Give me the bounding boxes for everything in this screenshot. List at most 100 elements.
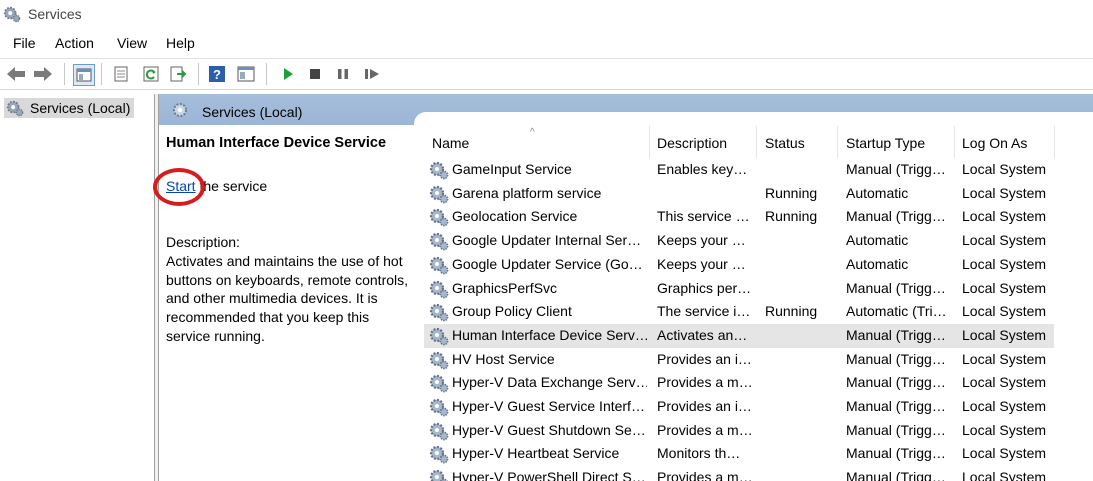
service-gear-icon bbox=[429, 444, 449, 464]
service-row[interactable]: Hyper-V Heartbeat Service Monitors th… Man… bbox=[424, 442, 1054, 466]
service-log-on-as: Local System bbox=[962, 350, 1047, 367]
column-header-log-on-as[interactable]: Log On As bbox=[962, 135, 1027, 151]
tree-item-services-local[interactable]: Services (Local) bbox=[4, 98, 135, 118]
services-list: ^ Name Description Status Startup Type L… bbox=[424, 126, 1093, 481]
service-log-on-as: Local System bbox=[962, 255, 1047, 272]
service-log-on-as: Local System bbox=[962, 374, 1047, 391]
services-gear-icon bbox=[6, 100, 24, 117]
service-startup-type: Manual (Trigg… bbox=[846, 421, 946, 438]
column-divider[interactable] bbox=[954, 126, 955, 158]
service-row[interactable]: GameInput Service Enables key… Manual (Tri… bbox=[424, 158, 1054, 182]
menu-bar: File Action View Help bbox=[0, 33, 1093, 55]
resume-service-icon[interactable] bbox=[362, 64, 382, 84]
refresh-icon[interactable] bbox=[141, 64, 161, 84]
pause-service-icon[interactable] bbox=[333, 64, 353, 84]
column-header-startup-type[interactable]: Startup Type bbox=[846, 135, 925, 151]
service-startup-type: Automatic bbox=[846, 184, 909, 201]
service-name: Google Updater Internal Ser… bbox=[452, 232, 642, 249]
services-gear-icon bbox=[3, 6, 21, 23]
export-list-icon[interactable] bbox=[168, 64, 188, 84]
service-name: Garena platform service bbox=[452, 184, 602, 201]
service-row[interactable]: Google Updater Service (Go… Keeps your … A… bbox=[424, 253, 1054, 277]
service-name: Hyper-V Guest Service Interf… bbox=[452, 398, 645, 414]
column-header-description[interactable]: Description bbox=[657, 135, 727, 151]
service-log-on-as: Local System bbox=[962, 303, 1047, 320]
start-service-icon[interactable] bbox=[278, 64, 298, 84]
menu-action[interactable]: Action bbox=[55, 35, 94, 51]
service-row[interactable]: Group Policy Client The service i… Running… bbox=[424, 300, 1054, 324]
selected-service-title: Human Interface Device Service bbox=[166, 135, 387, 151]
service-row[interactable]: HV Host Service Provides an i… Manual (Tri… bbox=[424, 348, 1054, 372]
console-tree: Services (Local) bbox=[0, 94, 155, 481]
forward-icon[interactable] bbox=[33, 64, 53, 84]
service-name: GraphicsPerfSvc bbox=[452, 279, 558, 296]
service-row[interactable]: Garena platform service Running Automatic L… bbox=[424, 182, 1054, 206]
service-name: HV Host Service bbox=[452, 350, 555, 367]
svg-text:?: ? bbox=[213, 67, 221, 82]
service-startup-type: Manual (Trigg… bbox=[846, 374, 946, 391]
service-gear-icon bbox=[429, 326, 449, 346]
service-gear-icon bbox=[429, 255, 449, 275]
service-row[interactable]: Geolocation Service This service … Running… bbox=[424, 205, 1054, 229]
service-row[interactable]: Hyper-V Data Exchange Serv… Provides a m…… bbox=[424, 371, 1054, 395]
service-gear-icon bbox=[429, 468, 449, 481]
service-log-on-as: Local System bbox=[962, 421, 1047, 438]
service-name: Human Interface Device Serv… bbox=[452, 326, 647, 343]
service-row[interactable]: Hyper-V Guest Shutdown Se… Provides a m… M… bbox=[424, 419, 1054, 443]
service-description: Provides a m… bbox=[657, 469, 753, 481]
service-row[interactable]: Google Updater Internal Ser… Keeps your …… bbox=[424, 229, 1054, 253]
column-header-status[interactable]: Status bbox=[765, 135, 805, 151]
service-description: Graphics per… bbox=[657, 279, 752, 296]
column-header-row: ^ Name Description Status Startup Type L… bbox=[424, 126, 1093, 158]
service-startup-type: Manual (Trigg… bbox=[846, 445, 946, 462]
service-description: This service … bbox=[657, 208, 750, 225]
service-gear-icon bbox=[429, 207, 449, 227]
service-status: Running bbox=[765, 208, 818, 225]
column-divider[interactable] bbox=[1054, 126, 1055, 158]
service-description: The service i… bbox=[657, 303, 751, 320]
toolbar-separator bbox=[101, 63, 102, 85]
properties-icon[interactable] bbox=[111, 64, 131, 84]
description-text: Activates and maintains the use of hot b… bbox=[166, 253, 409, 344]
service-name: Google Updater Service (Go… bbox=[452, 255, 643, 272]
tree-item-label: Services (Local) bbox=[30, 100, 131, 116]
service-row[interactable]: Hyper-V Guest Service Interf… Provides an… bbox=[424, 395, 1054, 419]
service-row[interactable]: Hyper-V PowerShell Direct S… Provides a m… bbox=[424, 466, 1054, 481]
service-startup-type: Automatic bbox=[846, 232, 909, 249]
menu-help[interactable]: Help bbox=[166, 35, 195, 51]
service-name: Group Policy Client bbox=[452, 303, 572, 320]
service-gear-icon bbox=[429, 184, 449, 204]
service-description: Keeps your … bbox=[657, 232, 746, 249]
column-divider[interactable] bbox=[756, 126, 757, 158]
menu-view[interactable]: View bbox=[117, 35, 147, 51]
service-name: GameInput Service bbox=[452, 161, 572, 177]
service-log-on-as: Local System bbox=[962, 445, 1047, 462]
menu-file[interactable]: File bbox=[13, 35, 36, 51]
description-label: Description: bbox=[166, 234, 240, 250]
column-divider[interactable] bbox=[837, 126, 838, 158]
service-name: Hyper-V Guest Shutdown Se… bbox=[452, 421, 646, 438]
service-description: Keeps your … bbox=[657, 255, 746, 272]
toolbar-separator bbox=[64, 63, 65, 85]
service-row[interactable]: GraphicsPerfSvc Graphics per… Manual (Trig… bbox=[424, 277, 1054, 301]
view-icon[interactable] bbox=[236, 64, 256, 84]
service-log-on-as: Local System bbox=[962, 208, 1047, 225]
back-icon[interactable] bbox=[6, 64, 26, 84]
service-gear-icon bbox=[429, 160, 449, 180]
service-startup-type: Automatic bbox=[846, 255, 909, 272]
service-row[interactable]: Human Interface Device Serv… Activates an… bbox=[424, 323, 1054, 348]
service-description: Activates an… bbox=[657, 326, 748, 343]
column-divider[interactable] bbox=[649, 126, 650, 158]
service-log-on-as: Local System bbox=[962, 161, 1047, 177]
service-log-on-as: Local System bbox=[962, 184, 1047, 201]
pane-header-label: Services (Local) bbox=[202, 104, 303, 120]
service-description: Provides an i… bbox=[657, 398, 752, 414]
service-startup-type: Manual (Trigg… bbox=[846, 398, 946, 414]
services-gear-icon bbox=[173, 103, 187, 117]
help-icon[interactable]: ? bbox=[207, 64, 227, 84]
service-log-on-as: Local System bbox=[962, 469, 1047, 481]
show-hide-tree-icon[interactable] bbox=[73, 64, 95, 86]
stop-service-icon[interactable] bbox=[305, 64, 325, 84]
column-header-name[interactable]: Name bbox=[432, 135, 469, 151]
service-startup-type: Manual (Trigg… bbox=[846, 350, 946, 367]
